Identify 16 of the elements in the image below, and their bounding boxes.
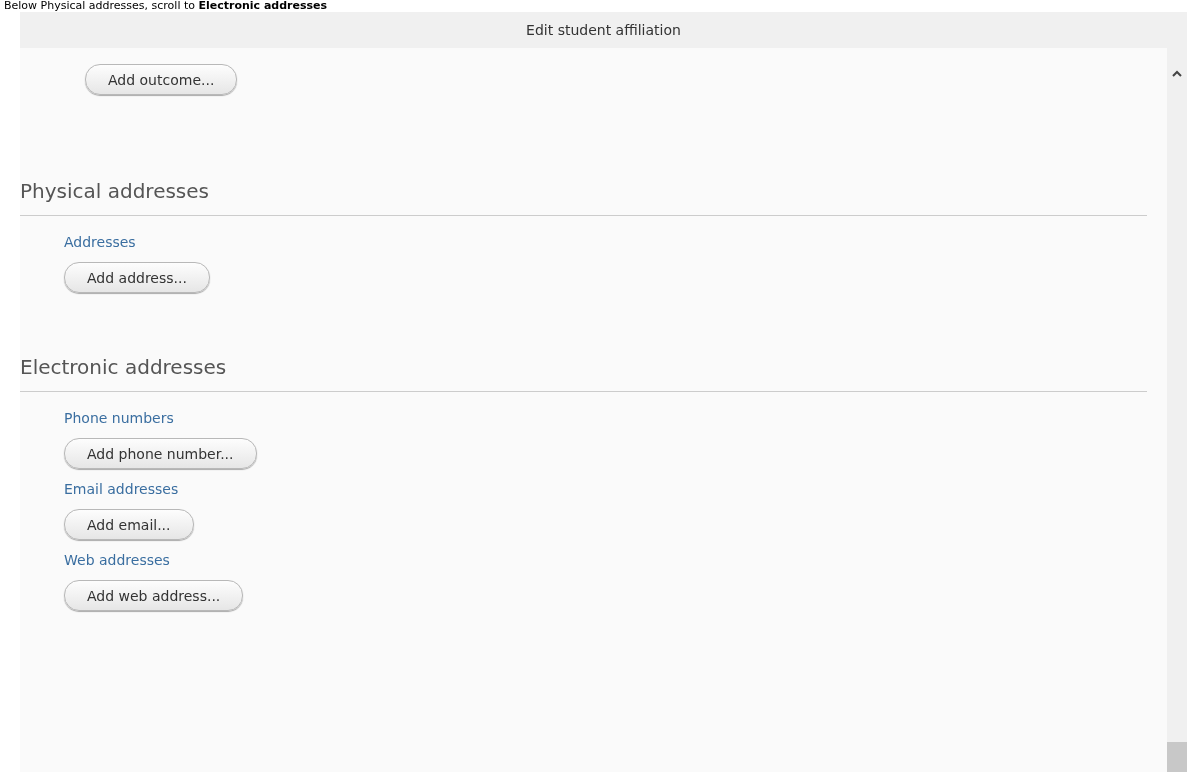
add-outcome-button[interactable]: Add outcome...	[85, 64, 238, 95]
field-label: Web addresses	[64, 552, 171, 568]
field-label: Addresses	[64, 234, 137, 250]
section-heading: Electronic addresses	[20, 354, 228, 381]
scroll-up-icon[interactable]	[1172, 70, 1182, 77]
field-label: Email addresses	[64, 481, 180, 497]
instruction-text: Below Physical addresses, scroll to Electronic addresses	[4, 0, 328, 12]
section-heading: Physical addresses	[20, 178, 210, 205]
scrollbar[interactable]	[1167, 48, 1187, 772]
scroll-thumb[interactable]	[1167, 742, 1187, 772]
dialog-title: Edit student affiliation	[526, 22, 681, 38]
add-button[interactable]: Add web address...	[64, 580, 244, 611]
add-button[interactable]: Add email...	[64, 509, 194, 540]
add-button[interactable]: Add phone number...	[64, 438, 257, 469]
field-label: Phone numbers	[64, 410, 175, 426]
add-button[interactable]: Add address...	[64, 262, 210, 293]
